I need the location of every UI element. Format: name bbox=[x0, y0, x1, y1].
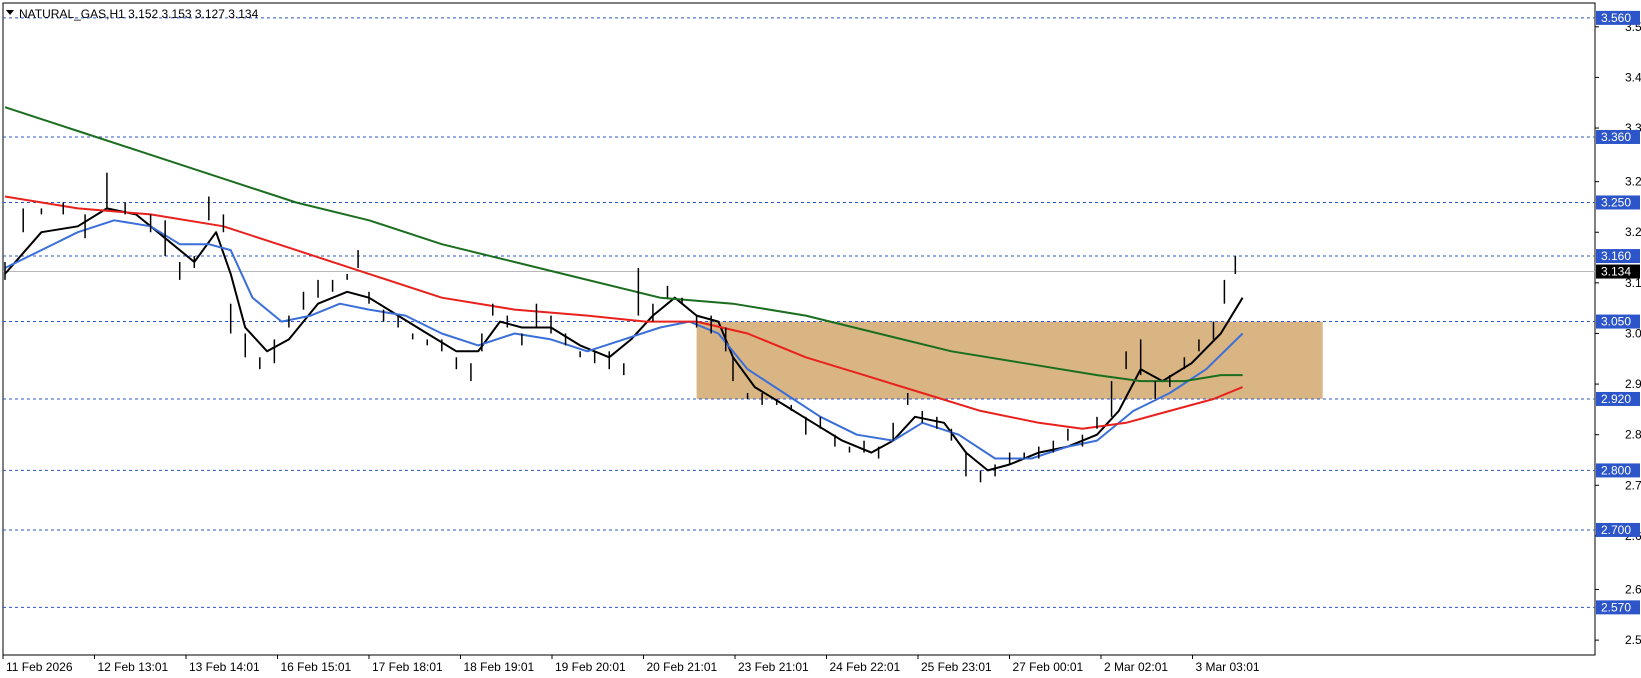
y-tick-label: 3.460 bbox=[1625, 70, 1641, 84]
x-tick-label: 23 Feb 21:01 bbox=[738, 660, 809, 674]
level-price-label: 2.700 bbox=[1601, 523, 1631, 537]
chart[interactable]: 3.5453.4603.3753.2853.2003.1153.0302.945… bbox=[0, 0, 1641, 678]
level-price-label: 3.050 bbox=[1601, 315, 1631, 329]
y-tick-label: 3.030 bbox=[1625, 326, 1641, 340]
level-price-label: 3.560 bbox=[1601, 11, 1631, 25]
x-tick-label: 24 Feb 22:01 bbox=[830, 660, 901, 674]
x-tick-label: 19 Feb 20:01 bbox=[555, 660, 626, 674]
level-price-label: 3.160 bbox=[1601, 249, 1631, 263]
level-price-label: 2.570 bbox=[1601, 600, 1631, 614]
level-price-label: 3.360 bbox=[1601, 130, 1631, 144]
x-tick-label: 13 Feb 14:01 bbox=[189, 660, 260, 674]
y-tick-label: 2.860 bbox=[1625, 428, 1641, 442]
x-tick-label: 27 Feb 00:01 bbox=[1013, 660, 1084, 674]
x-tick-label: 17 Feb 18:01 bbox=[372, 660, 443, 674]
y-tick-label: 3.285 bbox=[1625, 175, 1641, 189]
chart-svg[interactable]: 3.5453.4603.3753.2853.2003.1153.0302.945… bbox=[0, 0, 1641, 678]
level-price-label: 2.800 bbox=[1601, 463, 1631, 477]
y-tick-label: 2.945 bbox=[1625, 377, 1641, 391]
x-tick-label: 3 Mar 03:01 bbox=[1196, 660, 1260, 674]
y-tick-label: 2.600 bbox=[1625, 583, 1641, 597]
x-tick-label: 20 Feb 21:01 bbox=[647, 660, 718, 674]
y-tick-label: 3.200 bbox=[1625, 225, 1641, 239]
level-price-label: 2.920 bbox=[1601, 392, 1631, 406]
x-tick-label: 2 Mar 02:01 bbox=[1104, 660, 1168, 674]
level-price-label: 3.250 bbox=[1601, 195, 1631, 209]
x-tick-label: 16 Feb 15:01 bbox=[281, 660, 352, 674]
x-tick-label: 25 Feb 23:01 bbox=[921, 660, 992, 674]
y-tick-label: 2.775 bbox=[1625, 478, 1641, 492]
x-tick-label: 12 Feb 13:01 bbox=[98, 660, 169, 674]
y-tick-label: 2.515 bbox=[1625, 633, 1641, 647]
x-tick-label: 18 Feb 19:01 bbox=[464, 660, 535, 674]
current-price-label: 3.134 bbox=[1601, 265, 1631, 279]
x-tick-label: 11 Feb 2026 bbox=[6, 660, 73, 674]
chart-title: NATURAL_GAS,H1 3.152 3.153 3.127 3.134 bbox=[19, 7, 259, 21]
